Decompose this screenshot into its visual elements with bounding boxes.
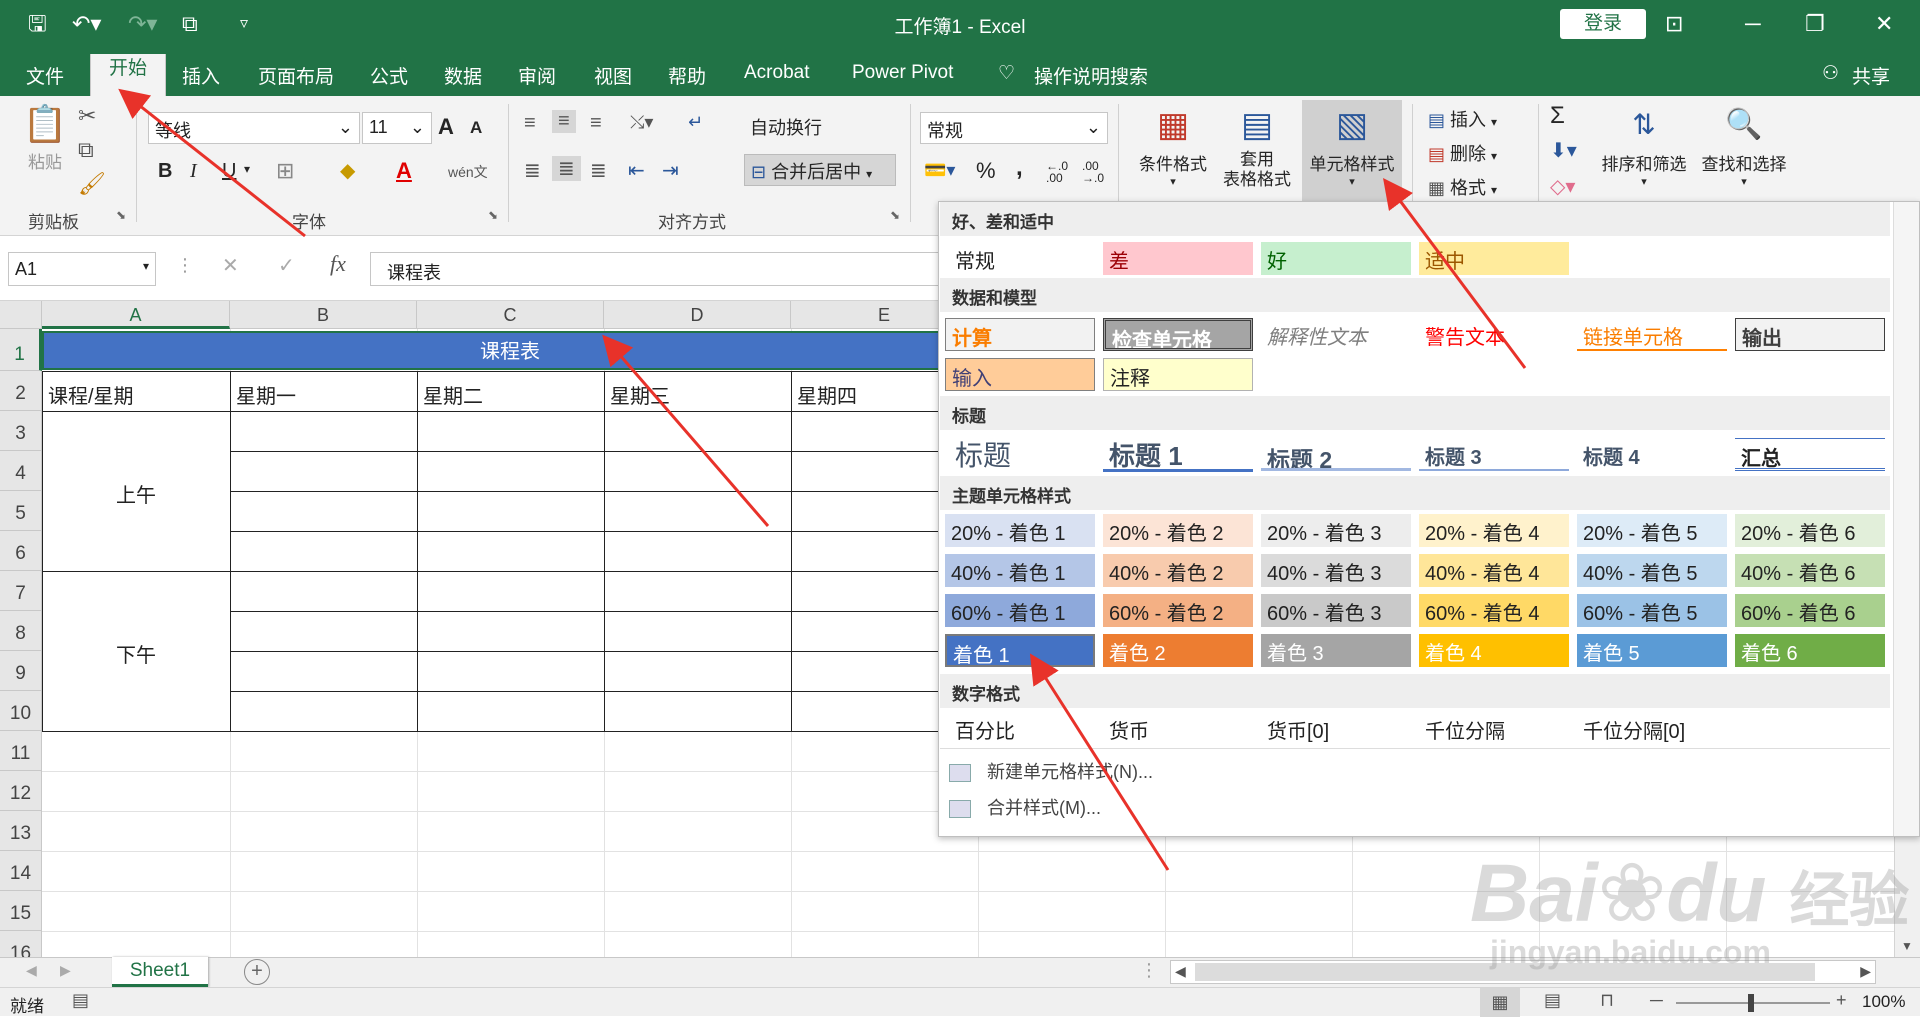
annotation-arrows xyxy=(118,88,1527,871)
arrow-to-home-tab xyxy=(118,88,306,238)
arrow-to-accent-1 xyxy=(1029,653,1170,871)
arrow-to-cell-styles xyxy=(1383,177,1527,369)
arrow-to-title-cell xyxy=(602,334,770,527)
